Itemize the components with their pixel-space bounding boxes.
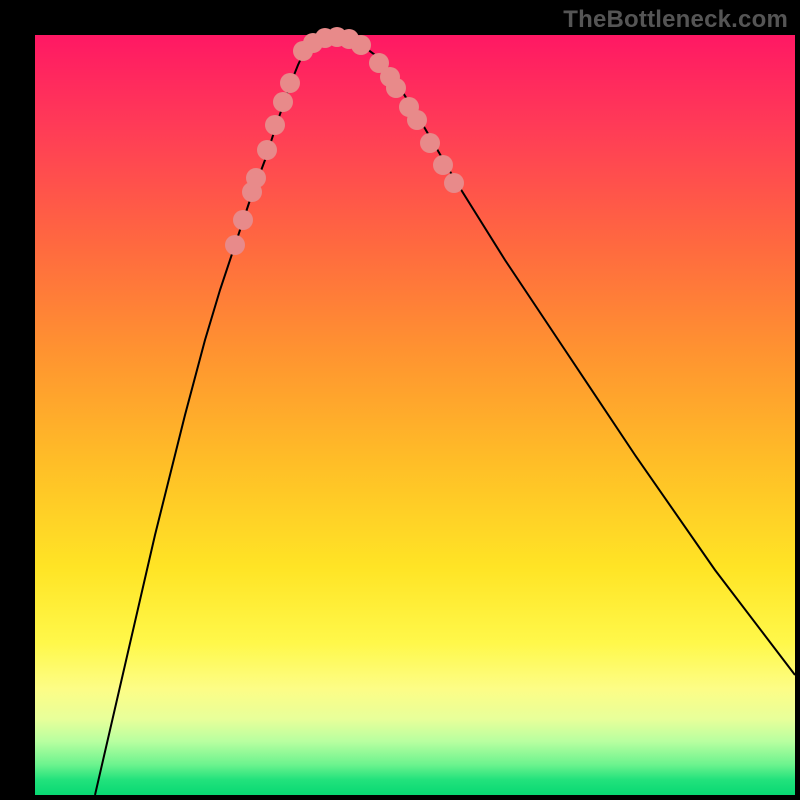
chart-frame: TheBottleneck.com [0,0,800,800]
bottleneck-curve-path [95,37,795,795]
plot-area [35,35,795,795]
marker-layer [225,27,464,255]
watermark-text: TheBottleneck.com [563,6,788,34]
marker-dot [444,173,464,193]
marker-dot [273,92,293,112]
marker-dot [257,140,277,160]
marker-dot [233,210,253,230]
marker-dot [420,133,440,153]
marker-dot [225,235,245,255]
marker-dot [351,35,371,55]
marker-dot [280,73,300,93]
marker-dot [265,115,285,135]
marker-dot [246,168,266,188]
marker-dot [433,155,453,175]
marker-dot [386,78,406,98]
marker-dot [407,110,427,130]
curve-layer [35,35,795,795]
